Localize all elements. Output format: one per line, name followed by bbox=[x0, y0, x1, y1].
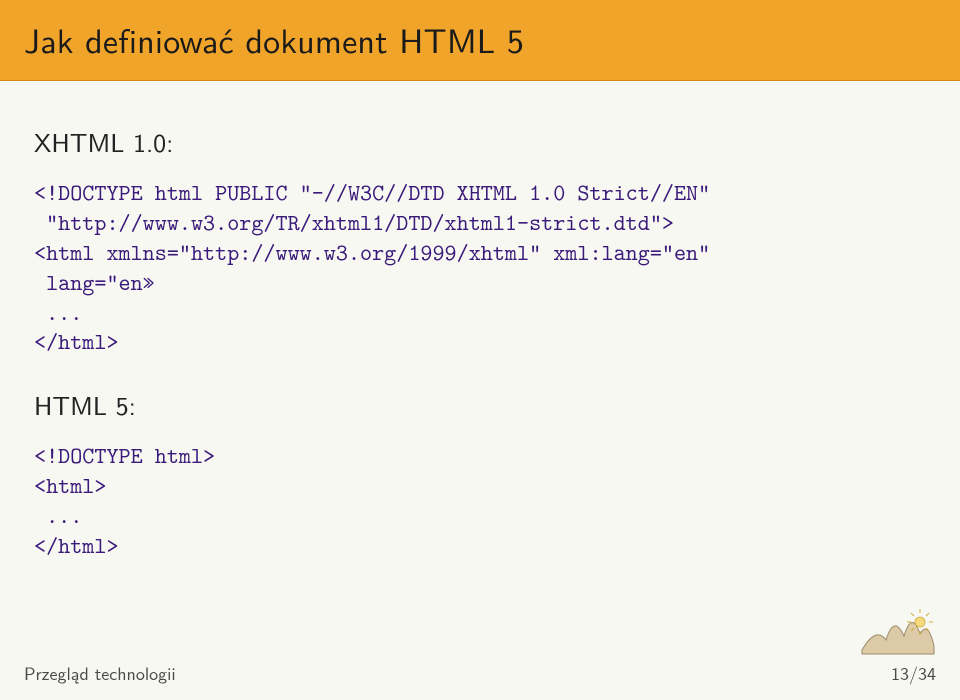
slide-content: XHTML 1.0: <!DOCTYPE html PUBLIC "-//W3C… bbox=[0, 81, 960, 562]
slide-title: Jak definiować dokument HTML 5 bbox=[24, 14, 936, 64]
html5-code-block: <!DOCTYPE html> <html> ... </html> bbox=[34, 442, 926, 562]
xhtml-code-block: <!DOCTYPE html PUBLIC "-//W3C//DTD XHTML… bbox=[34, 179, 926, 358]
footer: Przegląd technologii 13/34 bbox=[24, 659, 936, 686]
footer-label: Przegląd technologii bbox=[24, 659, 176, 686]
html5-heading: HTML 5: bbox=[34, 386, 926, 424]
logo-icon bbox=[858, 606, 936, 660]
page-number: 13/34 bbox=[891, 659, 936, 686]
xhtml-heading: XHTML 1.0: bbox=[34, 123, 926, 161]
title-band: Jak definiować dokument HTML 5 bbox=[0, 0, 960, 81]
